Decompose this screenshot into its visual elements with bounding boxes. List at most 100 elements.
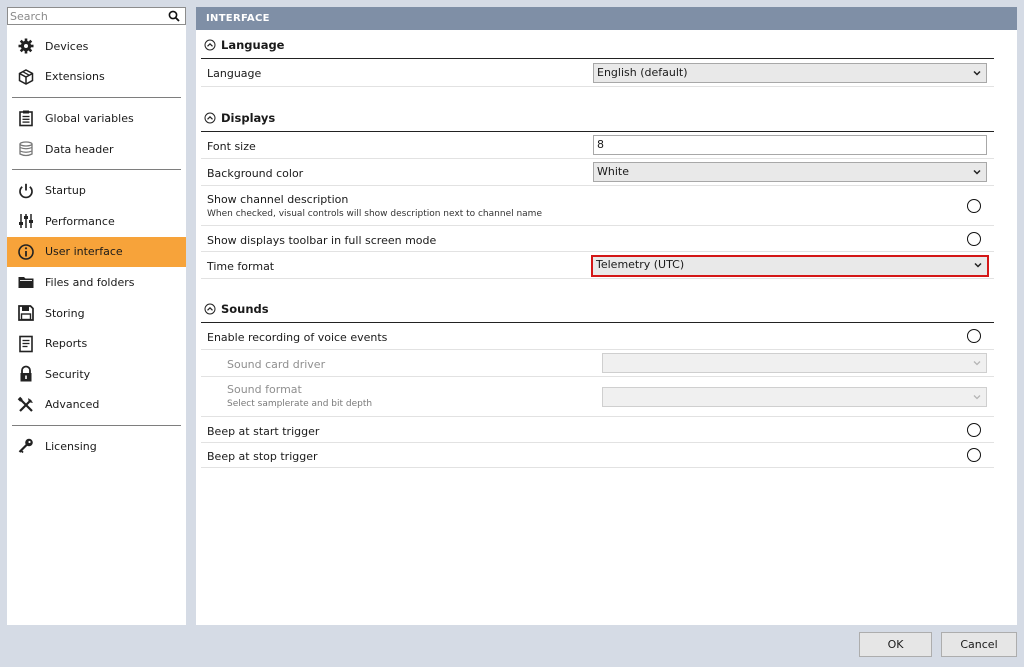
sidebar-item-storing[interactable]: Storing <box>7 298 186 329</box>
sidebar-item-devices[interactable]: Devices <box>7 31 186 62</box>
search-icon[interactable] <box>168 10 180 22</box>
sidebar-item-extensions[interactable]: Extensions <box>7 62 186 93</box>
settings-sidebar: Devices Extensions Global variables <box>7 7 186 625</box>
sidebar-item-reports[interactable]: Reports <box>7 328 186 359</box>
chevron-down-icon <box>973 169 981 175</box>
background-color-value: White <box>597 165 629 178</box>
ok-button[interactable]: OK <box>859 632 932 657</box>
collapse-chevron-icon[interactable] <box>204 303 216 315</box>
sidebar-item-label: Global variables <box>45 111 134 125</box>
sliders-icon <box>19 214 33 229</box>
beep-stop-row: Beep at stop trigger <box>201 443 994 468</box>
search-input[interactable] <box>10 9 160 23</box>
sidebar-item-advanced[interactable]: Advanced <box>7 390 186 421</box>
sidebar-item-label: Storing <box>45 306 85 320</box>
sidebar-item-label: Advanced <box>45 398 100 412</box>
panel-header: INTERFACE <box>196 7 1017 30</box>
section-displays[interactable]: Displays <box>204 111 275 125</box>
channel-description-hint: When checked, visual controls will show … <box>207 209 542 219</box>
time-format-label: Time format <box>207 260 275 273</box>
database-icon <box>19 141 33 157</box>
sidebar-item-user-interface[interactable]: User interface <box>7 236 186 268</box>
font-size-label: Font size <box>207 140 256 153</box>
beep-stop-label: Beep at stop trigger <box>207 450 318 463</box>
sound-format-row: Sound format Select samplerate and bit d… <box>201 377 994 417</box>
tools-icon <box>17 396 33 412</box>
sidebar-item-label: Licensing <box>45 439 97 453</box>
sidebar-item-label: User interface <box>45 245 123 259</box>
time-format-dropdown[interactable]: Telemetry (UTC) <box>591 255 989 277</box>
channel-description-row: Show channel description When checked, v… <box>201 186 994 226</box>
section-title-label: Language <box>221 38 285 52</box>
key-icon <box>18 439 33 454</box>
voice-recording-toggle[interactable] <box>967 329 981 343</box>
language-label: Language <box>207 67 262 80</box>
chevron-down-icon <box>973 70 981 76</box>
font-size-input[interactable]: 8 <box>593 135 987 155</box>
section-language[interactable]: Language <box>204 38 285 52</box>
sidebar-item-licensing[interactable]: Licensing <box>7 431 186 462</box>
background-color-row: Background color White <box>201 159 994 186</box>
time-format-row: Time format Telemetry (UTC) <box>201 252 994 279</box>
background-color-label: Background color <box>207 167 304 180</box>
background-color-dropdown[interactable]: White <box>593 162 987 182</box>
chevron-down-icon <box>973 395 981 400</box>
beep-stop-toggle[interactable] <box>967 448 981 462</box>
sidebar-item-global-variables[interactable]: Global variables <box>7 103 186 134</box>
report-document-icon <box>19 335 33 352</box>
gear-icon <box>18 38 34 54</box>
channel-description-toggle[interactable] <box>967 199 981 213</box>
search-box[interactable] <box>7 7 186 25</box>
sidebar-item-security[interactable]: Security <box>7 359 186 390</box>
sound-format-hint: Select samplerate and bit depth <box>227 399 373 409</box>
sidebar-item-label: Data header <box>45 142 114 156</box>
power-icon <box>19 183 33 198</box>
chevron-down-icon <box>973 361 981 366</box>
sidebar-item-label: Reports <box>45 337 88 351</box>
section-sounds[interactable]: Sounds <box>204 302 269 316</box>
cancel-button[interactable]: Cancel <box>941 632 1017 657</box>
sidebar-divider <box>12 169 181 171</box>
sidebar-divider <box>12 97 181 99</box>
section-title-label: Sounds <box>221 302 269 316</box>
sidebar-item-label: Startup <box>45 184 86 198</box>
fullscreen-toolbar-row: Show displays toolbar in full screen mod… <box>201 226 994 252</box>
cube-icon <box>18 69 34 85</box>
language-dropdown[interactable]: English (default) <box>593 63 987 83</box>
sound-card-driver-dropdown <box>602 353 987 373</box>
sidebar-item-label: Security <box>45 367 91 381</box>
sound-card-driver-label: Sound card driver <box>227 358 326 371</box>
sound-format-label: Sound format <box>227 383 302 396</box>
fullscreen-toolbar-toggle[interactable] <box>967 232 981 246</box>
sound-card-driver-row: Sound card driver <box>201 350 994 377</box>
font-size-row: Font size 8 <box>201 132 994 159</box>
sidebar-divider <box>12 425 181 427</box>
fullscreen-toolbar-label: Show displays toolbar in full screen mod… <box>207 234 437 247</box>
collapse-chevron-icon[interactable] <box>204 112 216 124</box>
floppy-disk-icon <box>18 305 34 321</box>
voice-recording-label: Enable recording of voice events <box>207 331 388 344</box>
sidebar-item-startup[interactable]: Startup <box>7 175 186 206</box>
beep-start-toggle[interactable] <box>967 423 981 437</box>
settings-panel: INTERFACE Language Language English (def… <box>196 7 1017 625</box>
sidebar-item-label: Devices <box>45 39 89 53</box>
language-dropdown-value: English (default) <box>597 66 688 79</box>
sidebar-item-label: Performance <box>45 214 115 228</box>
sound-format-dropdown <box>602 387 987 407</box>
folder-icon <box>18 277 34 289</box>
section-title-label: Displays <box>221 111 276 125</box>
sidebar-item-performance[interactable]: Performance <box>7 206 186 237</box>
chevron-down-icon <box>974 262 982 268</box>
clipboard-list-icon <box>19 110 33 127</box>
beep-start-row: Beep at start trigger <box>201 417 994 443</box>
voice-recording-row: Enable recording of voice events <box>201 323 994 350</box>
sidebar-item-label: Extensions <box>45 70 105 84</box>
info-circle-icon <box>18 244 34 260</box>
sidebar-item-files-and-folders[interactable]: Files and folders <box>7 267 186 298</box>
sidebar-nav: Devices Extensions Global variables Data… <box>7 31 186 462</box>
sidebar-item-data-header[interactable]: Data header <box>7 134 186 165</box>
collapse-chevron-icon[interactable] <box>204 39 216 51</box>
padlock-icon <box>20 365 32 382</box>
beep-start-label: Beep at start trigger <box>207 425 320 438</box>
language-row: Language English (default) <box>201 59 994 87</box>
